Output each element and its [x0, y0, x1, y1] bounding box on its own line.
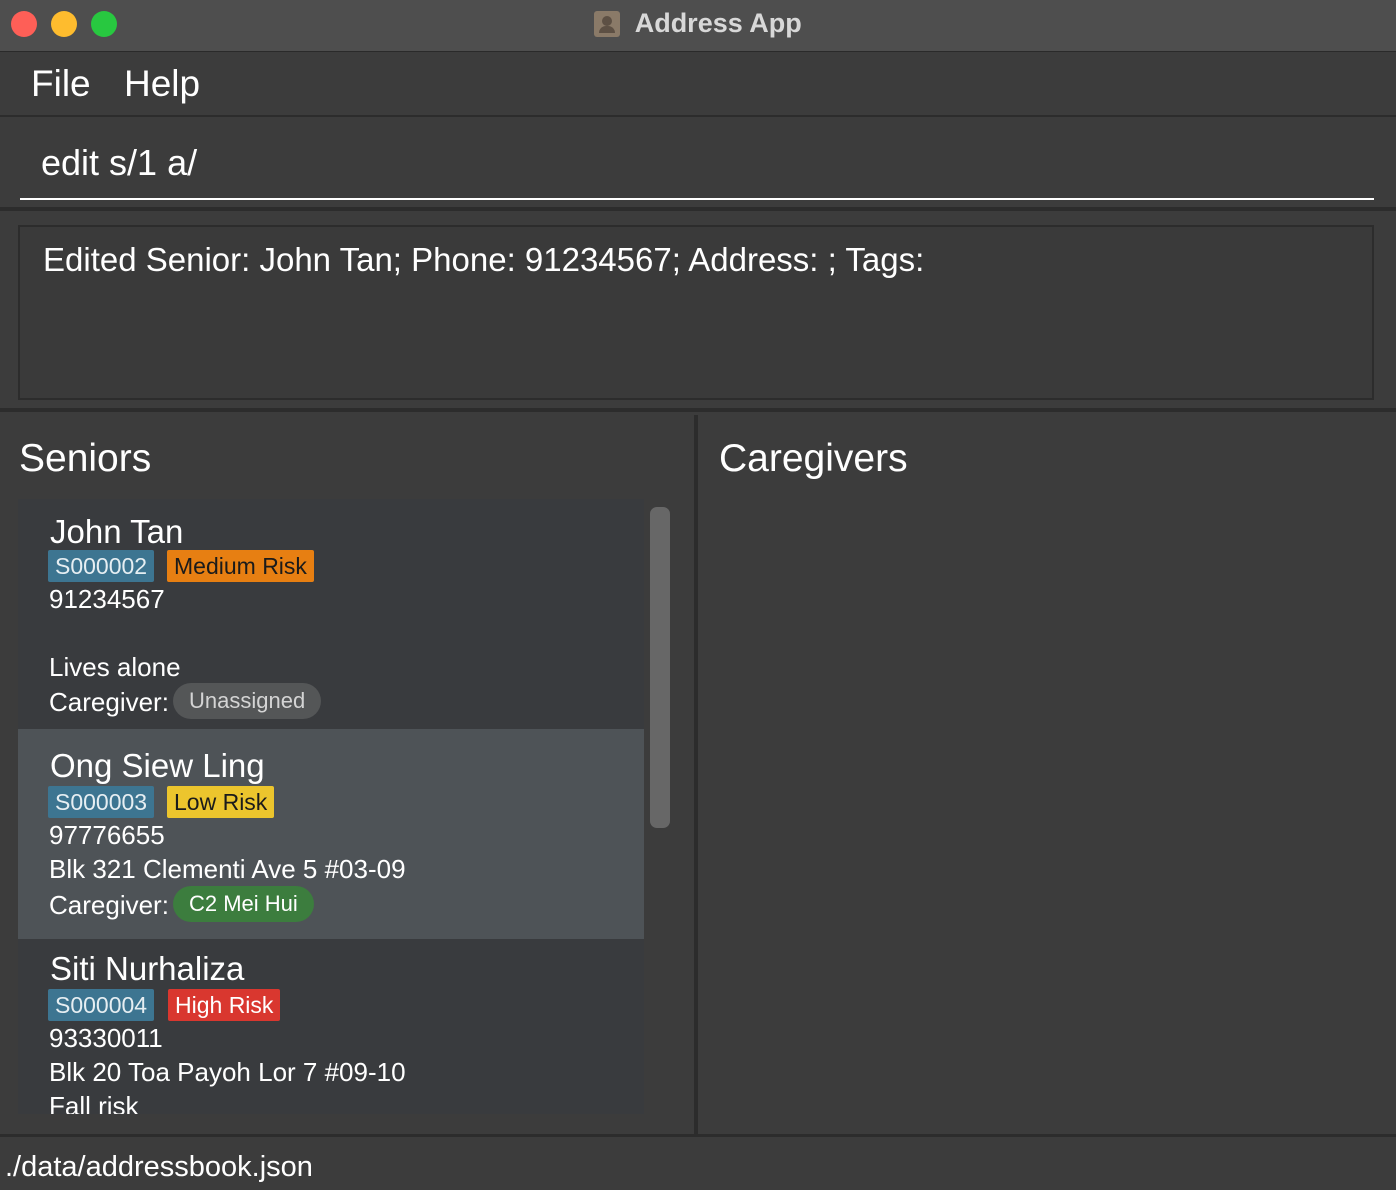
seniors-scrollbar[interactable]: [650, 507, 670, 828]
menu-file[interactable]: File: [31, 63, 91, 105]
senior-id-badge: S000003: [48, 786, 155, 818]
senior-address: Blk 321 Clementi Ave 5 #03-09: [49, 854, 406, 884]
senior-id-badge: S000002: [48, 550, 155, 582]
seniors-panel: Seniors John Tan S000002 Medium Risk 912…: [0, 415, 694, 1134]
window-title-group: Address App: [0, 8, 1396, 40]
seniors-title: Seniors: [19, 437, 152, 480]
risk-badge: Low Risk: [167, 786, 275, 818]
app-window: Address App File Help Edited Senior: Joh…: [0, 0, 1396, 1190]
caregivers-title: Caregivers: [719, 437, 908, 480]
caregiver-label: Caregiver:: [49, 890, 169, 920]
caregiver-pill: C2 Mei Hui: [173, 886, 314, 922]
caregiver-pill: Unassigned: [173, 683, 322, 719]
senior-card-selected[interactable]: Ong Siew Ling S000003 Low Risk 97776655 …: [18, 729, 644, 939]
risk-badge: High Risk: [168, 989, 281, 1021]
title-bar: Address App: [0, 0, 1396, 52]
senior-name: Siti Nurhaliza: [50, 950, 245, 987]
senior-name: Ong Siew Ling: [50, 747, 265, 784]
menu-help[interactable]: Help: [124, 63, 200, 105]
caregiver-label: Caregiver:: [49, 687, 169, 717]
save-location: ./data/addressbook.json: [5, 1151, 313, 1183]
result-display: Edited Senior: John Tan; Phone: 91234567…: [18, 225, 1374, 400]
command-box: [0, 119, 1396, 211]
caregivers-panel: Caregivers: [698, 415, 1396, 1134]
senior-id-badge: S000004: [48, 989, 155, 1021]
senior-phone: 91234567: [49, 584, 165, 614]
command-input[interactable]: [20, 119, 1374, 200]
senior-note: Fall risk: [49, 1091, 139, 1114]
senior-phone: 97776655: [49, 820, 165, 850]
risk-badge: Medium Risk: [167, 550, 314, 582]
menu-bar: File Help: [0, 53, 1396, 117]
senior-address: Blk 20 Toa Payoh Lor 7 #09-10: [49, 1057, 406, 1087]
status-bar: ./data/addressbook.json: [0, 1134, 1396, 1190]
window-title: Address App: [634, 8, 802, 38]
senior-name: John Tan: [50, 513, 184, 550]
senior-phone: 93330011: [49, 1023, 163, 1053]
senior-card[interactable]: John Tan S000002 Medium Risk 91234567 Li…: [18, 499, 644, 729]
result-display-area: Edited Senior: John Tan; Phone: 91234567…: [0, 214, 1396, 412]
address-book-icon: [594, 10, 621, 37]
seniors-list[interactable]: John Tan S000002 Medium Risk 91234567 Li…: [18, 499, 644, 1114]
senior-note: Lives alone: [49, 652, 181, 682]
senior-card[interactable]: Siti Nurhaliza S000004 High Risk 9333001…: [18, 939, 644, 1114]
